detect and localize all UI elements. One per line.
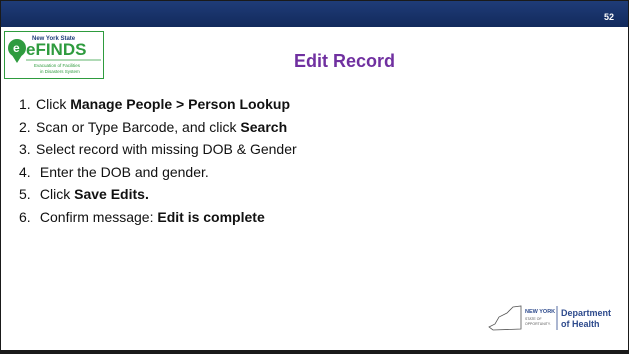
step-item: 5. Click Save Edits. bbox=[19, 183, 297, 206]
step-number: 4. bbox=[19, 163, 31, 180]
slide-title: Edit Record bbox=[293, 51, 395, 71]
step-text: Click bbox=[36, 96, 71, 112]
step-item: 1. Click Manage People > Person Lookup bbox=[19, 93, 297, 116]
step-text: Click bbox=[36, 186, 75, 202]
svg-text:STATE OF: STATE OF bbox=[525, 317, 542, 321]
svg-text:Department: Department bbox=[561, 308, 611, 318]
step-number: 2. bbox=[19, 118, 31, 135]
step-text: Confirm message: bbox=[36, 208, 158, 225]
bottom-border bbox=[1, 350, 628, 353]
step-number: 3. bbox=[19, 141, 31, 157]
step-bold-text: Edit is complete bbox=[157, 208, 265, 225]
svg-text:NEW YORK: NEW YORK bbox=[525, 309, 555, 315]
svg-text:of Health: of Health bbox=[561, 319, 600, 329]
step-text: Enter the DOB and gender. bbox=[36, 163, 209, 180]
step-item: 6. Confirm message: Edit is complete bbox=[19, 206, 297, 229]
new-york-state-outline-icon bbox=[488, 305, 522, 331]
step-bold-text: Search bbox=[240, 118, 288, 135]
svg-text:OPPORTUNITY.: OPPORTUNITY. bbox=[525, 322, 551, 326]
step-bold-text: Manage People > Person Lookup bbox=[70, 96, 291, 112]
step-item: 2. Scan or Type Barcode, and click Search bbox=[19, 116, 297, 139]
step-item: 4. Enter the DOB and gender. bbox=[19, 161, 297, 184]
top-banner: 52 bbox=[1, 1, 628, 27]
steps-list: 1. Click Manage People > Person Lookup 2. S… bbox=[19, 93, 297, 228]
step-number: 5. bbox=[19, 186, 31, 202]
step-item: 3. Select record with missing DOB & Gende… bbox=[19, 138, 297, 161]
step-bold-text: Save Edits. bbox=[74, 186, 149, 202]
step-number: 1. bbox=[19, 96, 31, 112]
nys-department-of-health-logo: NEW YORK STATE OF OPPORTUNITY. Departmen… bbox=[488, 305, 611, 331]
slide: 52 New York State e eFINDS Evacuation of… bbox=[0, 0, 629, 354]
step-number: 6. bbox=[19, 208, 31, 225]
slide-number: 52 bbox=[603, 12, 614, 22]
step-text: Select record with missing DOB & Gender bbox=[36, 141, 297, 157]
step-text: Scan or Type Barcode, and click bbox=[36, 118, 241, 135]
